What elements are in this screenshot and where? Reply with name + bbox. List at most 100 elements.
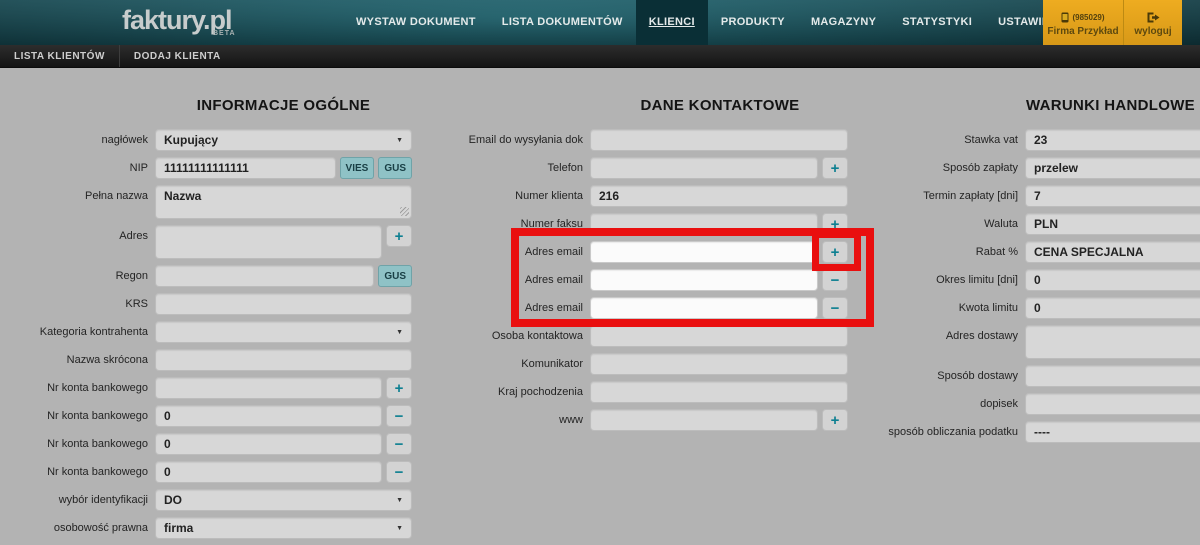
nav-klienci[interactable]: KLIENCI xyxy=(636,0,708,45)
address-textarea[interactable] xyxy=(155,225,382,259)
field-label: sposób obliczania podatku xyxy=(880,421,1018,438)
regon-input[interactable] xyxy=(155,265,374,287)
row-adres-dostawy: Adres dostawy xyxy=(880,325,1200,359)
field-label: Nr konta bankowego xyxy=(0,405,148,422)
vat-rate-input[interactable] xyxy=(1025,129,1200,151)
gus-button[interactable]: GUS xyxy=(378,157,412,179)
field-label: Stawka vat xyxy=(880,129,1018,146)
delivery-method-input[interactable] xyxy=(1025,365,1200,387)
remove-email-button-1[interactable]: − xyxy=(822,269,848,291)
chevron-down-icon: ▼ xyxy=(396,497,403,504)
currency-input[interactable] xyxy=(1025,213,1200,235)
short-name-input[interactable] xyxy=(155,349,412,371)
phone-input[interactable] xyxy=(590,157,818,179)
vies-button[interactable]: VIES xyxy=(340,157,375,179)
chevron-down-icon: ▼ xyxy=(396,137,403,144)
payment-term-input[interactable] xyxy=(1025,185,1200,207)
nip-input[interactable] xyxy=(155,157,336,179)
row-kategoria: Kategoria kontrahenta ▼ xyxy=(0,321,412,343)
doc-email-input[interactable] xyxy=(590,129,848,151)
bank-account-input-4[interactable] xyxy=(155,461,382,483)
nav-produkty[interactable]: PRODUKTY xyxy=(708,0,798,45)
row-adres-email-1: Adres email + xyxy=(450,241,848,263)
nav-lista-dokumentow[interactable]: LISTA DOKUMENTÓW xyxy=(489,0,636,45)
client-number-input[interactable] xyxy=(590,185,848,207)
main-nav: WYSTAW DOKUMENT LISTA DOKUMENTÓW KLIENCI… xyxy=(343,0,1082,45)
bank-account-input-1[interactable] xyxy=(155,377,382,399)
nav-magazyny[interactable]: MAGAZYNY xyxy=(798,0,889,45)
section-title-terms: WARUNKI HANDLOWE xyxy=(1026,97,1162,114)
logout-icon xyxy=(1147,12,1160,23)
logout-label: wyloguj xyxy=(1134,26,1171,37)
website-input[interactable] xyxy=(590,409,818,431)
field-label: NIP xyxy=(0,157,148,174)
field-label: Regon xyxy=(0,265,148,282)
add-fax-button[interactable]: + xyxy=(822,213,848,235)
email-input-3[interactable] xyxy=(590,297,818,319)
field-label: Kategoria kontrahenta xyxy=(0,321,148,338)
legal-form-select[interactable]: firma ▼ xyxy=(155,517,412,539)
remove-bank-account-button-3[interactable]: − xyxy=(386,461,412,483)
add-email-button[interactable]: + xyxy=(822,241,848,263)
terms-column: Stawka vat Sposób zapłaty Termin zapłaty… xyxy=(880,129,1200,443)
email-input-2[interactable] xyxy=(590,269,818,291)
add-website-button[interactable]: + xyxy=(822,409,848,431)
field-label: nagłówek xyxy=(0,129,148,146)
app-logo[interactable]: faktury.pl BETA xyxy=(122,5,232,36)
tax-calc-input[interactable] xyxy=(1025,421,1200,443)
category-select[interactable]: ▼ xyxy=(155,321,412,343)
limit-amount-input[interactable] xyxy=(1025,297,1200,319)
field-label: Kraj pochodzenia xyxy=(450,381,583,398)
select-value: DO xyxy=(164,493,182,507)
subnav-lista-klientow[interactable]: LISTA KLIENTÓW xyxy=(0,45,119,67)
logo-beta: BETA xyxy=(213,30,236,37)
row-konto-2: Nr konta bankowego − xyxy=(0,405,412,427)
payment-method-input[interactable] xyxy=(1025,157,1200,179)
add-address-button[interactable]: + xyxy=(386,225,412,247)
field-label: Email do wysyłania dok xyxy=(450,129,583,146)
field-label: Nr konta bankowego xyxy=(0,377,148,394)
bank-account-input-3[interactable] xyxy=(155,433,382,455)
note-input[interactable] xyxy=(1025,393,1200,415)
contact-column: Email do wysyłania dok Telefon + Numer k… xyxy=(450,129,848,431)
select-value: Kupujący xyxy=(164,133,218,147)
gus-regon-button[interactable]: GUS xyxy=(378,265,412,287)
add-bank-account-button[interactable]: + xyxy=(386,377,412,399)
field-label: www xyxy=(450,409,583,426)
add-phone-button[interactable]: + xyxy=(822,157,848,179)
nav-statystyki[interactable]: STATYSTYKI xyxy=(889,0,985,45)
naglowek-select[interactable]: Kupujący ▼ xyxy=(155,129,412,151)
limit-period-input[interactable] xyxy=(1025,269,1200,291)
nav-wystaw-dokument[interactable]: WYSTAW DOKUMENT xyxy=(343,0,489,45)
row-www: www + xyxy=(450,409,848,431)
account-button[interactable]: (985029) Firma Przykład xyxy=(1043,0,1123,48)
row-konto-3: Nr konta bankowego − xyxy=(0,433,412,455)
krs-input[interactable] xyxy=(155,293,412,315)
delivery-address-textarea[interactable] xyxy=(1025,325,1200,359)
field-label: Sposób dostawy xyxy=(880,365,1018,382)
row-stawka-vat: Stawka vat xyxy=(880,129,1200,151)
remove-email-button-2[interactable]: − xyxy=(822,297,848,319)
country-input[interactable] xyxy=(590,381,848,403)
account-name: Firma Przykład xyxy=(1047,26,1118,37)
remove-bank-account-button-1[interactable]: − xyxy=(386,405,412,427)
fax-input[interactable] xyxy=(590,213,818,235)
field-label: Telefon xyxy=(450,157,583,174)
logout-button[interactable]: wyloguj xyxy=(1123,0,1182,48)
identification-select[interactable]: DO ▼ xyxy=(155,489,412,511)
discount-input[interactable] xyxy=(1025,241,1200,263)
messenger-input[interactable] xyxy=(590,353,848,375)
subnav-dodaj-klienta[interactable]: DODAJ KLIENTA xyxy=(120,45,235,67)
field-label: KRS xyxy=(0,293,148,310)
bank-account-input-2[interactable] xyxy=(155,405,382,427)
remove-bank-account-button-2[interactable]: − xyxy=(386,433,412,455)
contact-person-input[interactable] xyxy=(590,325,848,347)
row-email-dok: Email do wysyłania dok xyxy=(450,129,848,151)
row-osobowosc-prawna: osobowość prawna firma ▼ xyxy=(0,517,412,539)
row-krs: KRS xyxy=(0,293,412,315)
section-title-contact: DANE KONTAKTOWE xyxy=(592,97,848,114)
email-input-1[interactable] xyxy=(590,241,818,263)
field-label: Termin zapłaty [dni] xyxy=(880,185,1018,202)
field-label: Adres xyxy=(0,225,148,242)
full-name-textarea[interactable]: Nazwa xyxy=(155,185,412,219)
